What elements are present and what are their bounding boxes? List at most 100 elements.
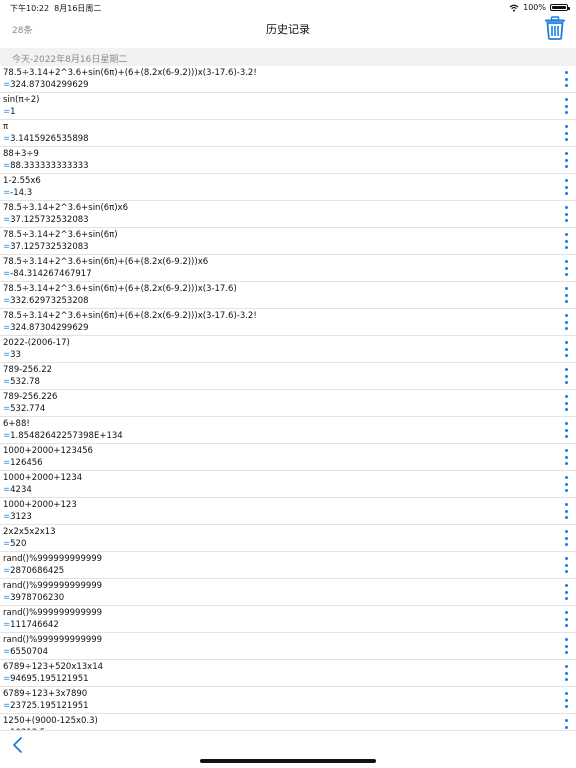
list-item[interactable]: π =3.1415926535898: [0, 120, 576, 147]
more-options-icon[interactable]: [562, 557, 570, 574]
list-item[interactable]: 1250+(9000-125x0.3)=10212.5: [0, 714, 576, 730]
more-dot: [564, 584, 568, 587]
result-value: 2870686425: [10, 566, 65, 576]
expression-text: 1-2.55x6: [3, 176, 41, 186]
more-dot: [564, 273, 568, 276]
result-line: =324.87304299629: [3, 80, 89, 90]
more-options-icon[interactable]: [562, 260, 570, 277]
more-dot: [564, 206, 568, 209]
expression-text: 1000+2000+1234: [3, 473, 83, 483]
more-options-icon[interactable]: [562, 314, 570, 331]
more-options-icon[interactable]: [562, 422, 570, 439]
more-options-icon[interactable]: [562, 611, 570, 628]
result-value: 520: [10, 539, 27, 549]
list-item[interactable]: 88+3÷9 =88.333333333333: [0, 147, 576, 174]
section-header: 今天-2022年8月16日星期二: [0, 48, 576, 66]
trash-icon[interactable]: [544, 16, 566, 40]
more-dot: [564, 165, 568, 168]
list-item[interactable]: rand()%999999999999 =3978706230: [0, 579, 576, 606]
more-dot: [564, 644, 568, 648]
more-dot: [564, 192, 568, 195]
more-options-icon[interactable]: [562, 638, 570, 655]
more-options-icon[interactable]: [562, 71, 570, 88]
more-options-icon[interactable]: [562, 98, 570, 115]
list-item[interactable]: 1000+2000+1234 =4234: [0, 471, 576, 498]
more-dot: [564, 617, 568, 621]
expression-text: 6+88!: [3, 419, 30, 429]
result-value: 532.78: [10, 377, 40, 387]
list-item[interactable]: rand()%999999999999 =111746642: [0, 606, 576, 633]
result-value: 111746642: [10, 620, 59, 630]
more-options-icon[interactable]: [562, 719, 570, 730]
battery-tip: [568, 7, 570, 10]
list-item[interactable]: 789-256.22 =532.78: [0, 363, 576, 390]
more-options-icon[interactable]: [562, 584, 570, 601]
more-dot: [564, 678, 568, 681]
more-options-icon[interactable]: [562, 341, 570, 358]
more-options-icon[interactable]: [562, 476, 570, 493]
result-line: =6550704: [3, 647, 48, 657]
more-dot: [564, 239, 568, 243]
more-dot: [564, 98, 568, 101]
list-item[interactable]: 78.5÷3.14+2^3.6+sin(6π)+(6+(8.2x(6-9.2))…: [0, 255, 576, 282]
list-item[interactable]: 1000+2000+123 =3123: [0, 498, 576, 525]
back-chevron-icon[interactable]: [10, 736, 26, 754]
expression-text: 2x2x5x2x13: [3, 527, 56, 537]
more-dot: [564, 300, 568, 303]
more-options-icon[interactable]: [562, 665, 570, 682]
result-line: =324.87304299629: [3, 323, 89, 333]
more-dot: [564, 381, 568, 384]
history-list[interactable]: 78.5÷3.14+2^3.6+sin(6π)+(6+(8.2x(6-9.2))…: [0, 66, 576, 730]
more-dot: [564, 597, 568, 600]
expression-text: rand()%999999999999: [3, 554, 103, 564]
more-options-icon[interactable]: [562, 152, 570, 169]
more-dot: [564, 503, 568, 506]
battery-percent: 100%: [523, 3, 546, 12]
list-item[interactable]: 6789÷123+3x7890 =23725.195121951: [0, 687, 576, 714]
result-line: =3.1415926535898: [3, 134, 89, 144]
list-item[interactable]: 789-256.226 =532.774: [0, 390, 576, 417]
more-options-icon[interactable]: [562, 125, 570, 142]
status-bar: 下午10:22 8月16日周二 100%: [0, 0, 576, 14]
expression-text: 78.5÷3.14+2^3.6+sin(6π)+(6+(8.2x(6-9.2))…: [3, 311, 257, 321]
list-item[interactable]: sin(π÷2) =1: [0, 93, 576, 120]
battery-fill: [552, 6, 566, 9]
more-dot: [564, 624, 568, 627]
more-options-icon[interactable]: [562, 530, 570, 547]
list-item[interactable]: 78.5÷3.14+2^3.6+sin(6π)+(6+(8.2x(6-9.2))…: [0, 66, 576, 93]
more-options-icon[interactable]: [562, 206, 570, 223]
result-value: 324.87304299629: [10, 323, 89, 333]
list-item[interactable]: 1000+2000+123456 =126456: [0, 444, 576, 471]
list-item[interactable]: 78.5÷3.14+2^3.6+sin(6π) =37.125732532083: [0, 228, 576, 255]
more-dot: [564, 408, 568, 411]
list-item[interactable]: 6789÷123+520x13x14 =94695.195121951: [0, 660, 576, 687]
result-value: 33: [10, 350, 21, 360]
more-dot: [564, 557, 568, 560]
list-item[interactable]: 6+88! =1.85482642257398E+134: [0, 417, 576, 444]
status-right: 100%: [509, 3, 570, 12]
more-options-icon[interactable]: [562, 395, 570, 412]
expression-text: 78.5÷3.14+2^3.6+sin(6π)+(6+(8.2x(6-9.2))…: [3, 284, 237, 294]
list-item[interactable]: rand()%999999999999 =6550704: [0, 633, 576, 660]
more-options-icon[interactable]: [562, 179, 570, 196]
more-options-icon[interactable]: [562, 503, 570, 520]
list-item[interactable]: 78.5÷3.14+2^3.6+sin(6π)x6 =37.12573253208…: [0, 201, 576, 228]
more-dot: [564, 705, 568, 708]
more-dot: [564, 341, 568, 344]
more-dot: [564, 509, 568, 513]
list-item[interactable]: 78.5÷3.14+2^3.6+sin(6π)+(6+(8.2x(6-9.2))…: [0, 309, 576, 336]
list-item[interactable]: 1-2.55x6 =-14.3: [0, 174, 576, 201]
list-item[interactable]: 2022-(2006-17) =33: [0, 336, 576, 363]
more-options-icon[interactable]: [562, 233, 570, 250]
list-item[interactable]: 2x2x5x2x13 =520: [0, 525, 576, 552]
more-options-icon[interactable]: [562, 692, 570, 709]
more-dot: [564, 401, 568, 405]
more-dot: [564, 125, 568, 128]
result-line: =1: [3, 107, 16, 117]
more-options-icon[interactable]: [562, 449, 570, 466]
list-item[interactable]: rand()%999999999999 =2870686425: [0, 552, 576, 579]
more-options-icon[interactable]: [562, 368, 570, 385]
more-options-icon[interactable]: [562, 287, 570, 304]
result-value: 3.1415926535898: [10, 134, 89, 144]
list-item[interactable]: 78.5÷3.14+2^3.6+sin(6π)+(6+(8.2x(6-9.2))…: [0, 282, 576, 309]
